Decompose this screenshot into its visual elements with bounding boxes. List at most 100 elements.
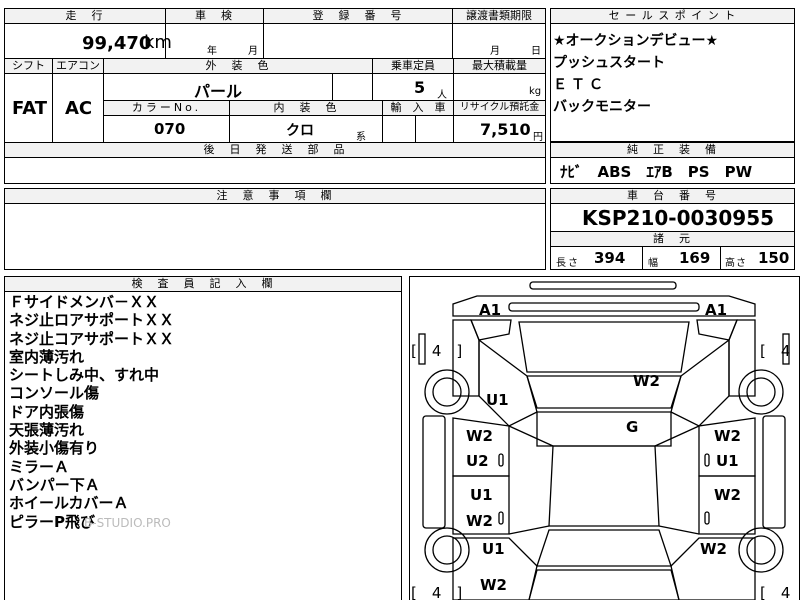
mark-u1-rear-fender: U1	[482, 540, 505, 558]
mark-a1-left: A1	[479, 301, 502, 319]
caution-box	[4, 203, 546, 270]
rear-door-right	[698, 475, 756, 535]
wheel-rear-left	[424, 527, 470, 573]
aircon-header: エアコン	[52, 58, 104, 74]
registration-header: 登 録 番 号	[263, 8, 453, 24]
headlight-left	[470, 319, 512, 341]
inspector-note: ドア内張傷	[9, 402, 85, 421]
wheel-front-left	[424, 369, 470, 415]
equipment-header: 純 正 装 備	[550, 142, 795, 158]
sales-point-item: プッシュスタート	[553, 55, 665, 71]
mark-g-roof: G	[626, 418, 639, 436]
color-no-header: カラーNo.	[103, 100, 230, 116]
side-line-right	[654, 425, 700, 447]
cabin	[548, 445, 660, 527]
maxload-unit: kg	[529, 86, 542, 97]
side-line-left	[508, 425, 554, 447]
transfer-month: 月	[490, 46, 500, 57]
chassis-header: 車 台 番 号	[550, 188, 795, 204]
mark-w2-fr-door: W2	[714, 427, 741, 445]
shift-value: FAT	[12, 98, 48, 119]
inspector-notes-list: Ｆサイドメンバ－ＸＸ ネジ止ロアサポートＸＸ ネジ止コアサポートＸＸ 室内薄汚れ…	[9, 293, 174, 531]
equipment-value: ﾅﾋﾞ ABS ｴｱB PS PW	[560, 163, 753, 181]
mileage-value: 99,470	[82, 33, 152, 54]
spec-length-value: 394	[594, 249, 626, 267]
transfer-day: 日	[531, 46, 541, 57]
inspector-note: 天張薄汚れ	[9, 421, 85, 440]
wheel-front-right	[738, 369, 784, 415]
inspector-note: Ｆサイドメンバ－ＸＸ	[9, 293, 160, 311]
capacity-unit: 人	[437, 90, 447, 101]
trunk	[528, 569, 680, 600]
capacity-header: 乗車定員	[372, 58, 454, 74]
exterior-value: パール	[194, 82, 243, 101]
roof	[536, 411, 672, 447]
aircon-value: AC	[65, 98, 93, 119]
a-pillar-left	[478, 338, 538, 427]
spec-width-value: 169	[679, 249, 711, 267]
rear-window	[536, 529, 672, 567]
inspection-month: 月	[248, 46, 258, 57]
tire-mark-fl: [ 4 ]	[411, 342, 463, 360]
exterior-header: 外 装 色	[103, 58, 373, 74]
inspector-note: 外装小傷有り	[9, 439, 100, 458]
door-handle	[704, 511, 710, 525]
sales-point-item: ★オークションデビュー★	[553, 33, 719, 49]
color-no-value: 070	[154, 120, 186, 138]
door-handle	[704, 453, 710, 467]
mark-u2-fl-door: U2	[466, 452, 489, 470]
mark-w2-rl-door: W2	[466, 512, 493, 530]
sales-point-header: セ ー ル ス ポ イ ン ト	[550, 8, 795, 24]
side-line-right-lower	[658, 525, 700, 535]
top-info-table: 走 行 車 検 登 録 番 号 譲渡書類期限 99,470 km 年 月 月 日…	[4, 0, 546, 184]
transfer-header: 譲渡書類期限	[452, 8, 546, 24]
inspector-note: バンパー下Ａ	[9, 475, 100, 494]
mark-w2-rear-fender: W2	[700, 540, 727, 558]
door-handle	[498, 511, 504, 525]
mileage-header: 走 行	[4, 8, 166, 24]
spec-height-value: 150	[758, 249, 790, 267]
inspection-header: 車 検	[165, 8, 264, 24]
import-cell-b	[415, 115, 454, 143]
inspection-year: 年	[207, 46, 217, 57]
inspector-header: 検 査 員 記 入 欄	[4, 276, 402, 292]
import-header: 輸 入 車	[382, 100, 454, 116]
inspector-note: ミラーＡ	[9, 457, 70, 476]
maxload-header: 最大積載量	[453, 58, 546, 74]
inspector-note: ネジ止ロアサポートＸＸ	[9, 311, 175, 330]
spec-length-label: 長さ	[556, 258, 580, 269]
later-parts-header: 後 日 発 送 部 品	[4, 142, 546, 158]
inspector-note: 室内薄汚れ	[9, 347, 85, 366]
sales-point-list: ★オークションデビュー★ プッシュスタート ＥＴＣ バックモニター	[553, 30, 793, 118]
later-parts-cell	[4, 157, 546, 184]
mark-w2-rr-door: W2	[714, 486, 741, 504]
mark-u1-fr-door: U1	[716, 452, 739, 470]
recycle-header: リサイクル預託金	[453, 100, 546, 116]
tire-mark-fr: [ 4	[760, 342, 791, 360]
inspector-note: ネジ止コアサポートＸＸ	[9, 329, 175, 348]
spec-width-label: 幅	[648, 258, 658, 269]
spec-header: 諸 元	[550, 231, 795, 247]
import-cell-a	[382, 115, 416, 143]
hood	[518, 321, 690, 373]
mark-u1-fender: U1	[486, 391, 509, 409]
capacity-value: 5	[414, 78, 426, 97]
watermark: B-STUDIO.PRO	[84, 516, 171, 530]
chassis-value: KSP210-0030955	[582, 206, 775, 230]
interior-header: 内 装 色	[229, 100, 383, 116]
recycle-value: 7,510	[480, 120, 531, 139]
a-pillar-right	[670, 338, 730, 427]
front-fender-right	[728, 319, 756, 397]
recycle-unit: 円	[533, 132, 543, 143]
registration-cell	[263, 23, 453, 59]
inspector-note: コンソール傷	[9, 384, 100, 403]
side-strip-left	[422, 415, 446, 529]
mark-w2-rear: W2	[480, 576, 507, 594]
side-strip-right	[762, 415, 786, 529]
sales-point-item: ＥＴＣ	[553, 77, 607, 93]
exterior-extra-cell	[332, 73, 373, 101]
front-grille	[508, 302, 700, 312]
front-plate	[529, 281, 677, 290]
wheel-rear-right	[738, 527, 784, 573]
shift-header: シフト	[4, 58, 53, 74]
